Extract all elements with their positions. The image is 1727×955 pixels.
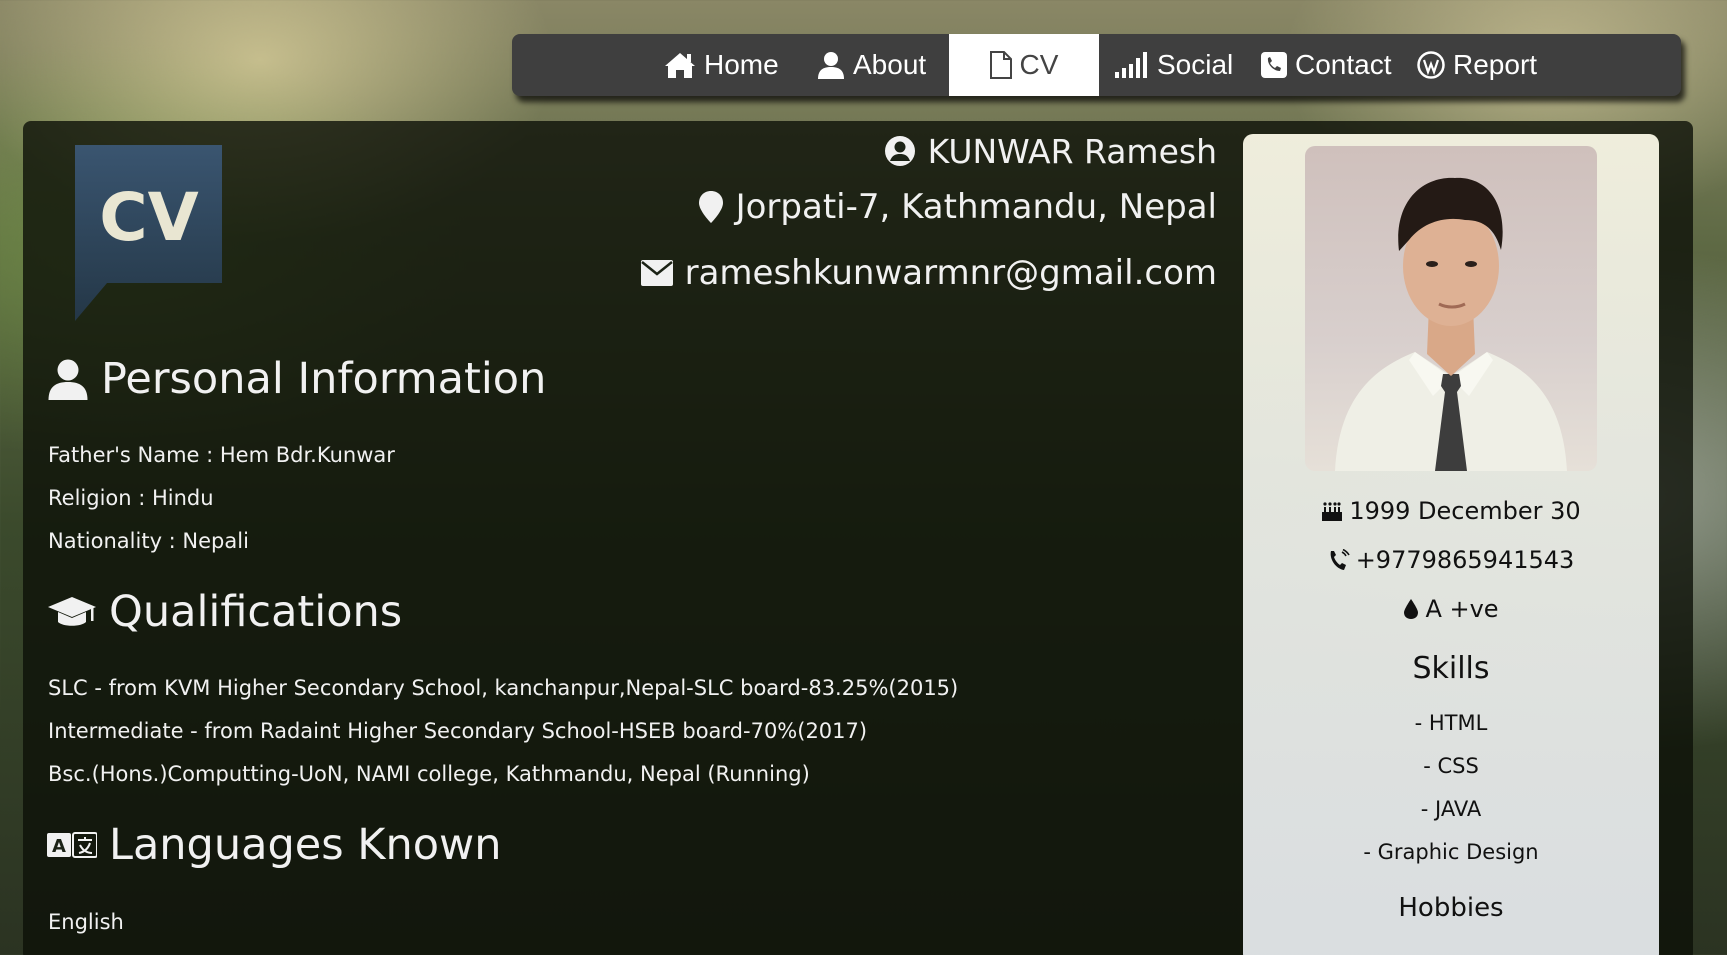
home-icon <box>665 53 695 78</box>
graduation-cap-icon <box>48 597 96 626</box>
header-address: Jorpati-7, Kathmandu, Nepal <box>735 187 1217 227</box>
qualifications-title: Qualifications <box>109 587 403 637</box>
languages-heading: A Languages Known <box>47 820 501 870</box>
dob-line: 1999 December 30 <box>1243 491 1659 531</box>
header-address-line: Jorpati-7, Kathmandu, Nepal <box>641 174 1217 240</box>
nav-cv-label: CV <box>1019 49 1059 80</box>
qualification-line: SLC - from KVM Higher Secondary School, … <box>48 676 959 700</box>
qualification-line: Intermediate - from Radaint Higher Secon… <box>48 719 868 743</box>
language-line: English <box>48 910 124 934</box>
signal-icon <box>1115 52 1147 78</box>
nav-contact[interactable]: Contact <box>1261 34 1392 96</box>
skill-item: - Graphic Design <box>1363 840 1539 864</box>
profile-card: 1999 December 30 +9779865941543 A +ve Sk… <box>1243 134 1659 955</box>
user-icon <box>48 359 88 400</box>
languages-title: Languages Known <box>109 820 502 870</box>
user-circle-icon <box>884 136 915 166</box>
wordpress-icon <box>1417 51 1445 79</box>
envelope-icon <box>640 260 673 286</box>
cv-logo-text: CV <box>99 179 199 256</box>
skills-heading: Skills <box>1412 650 1490 686</box>
blood-text: A +ve <box>1425 595 1499 623</box>
birthday-cake-icon <box>1322 502 1343 521</box>
nav-cv[interactable]: CV <box>949 34 1099 96</box>
personal-line: Religion : Hindu <box>48 486 214 510</box>
language-icon: A <box>47 832 97 858</box>
cv-header: KUNWAR Ramesh Jorpati-7, Kathmandu, Nepa… <box>640 128 1217 306</box>
map-marker-icon <box>698 191 723 223</box>
svg-text:A: A <box>52 836 66 857</box>
skill-item: - JAVA <box>1420 797 1482 821</box>
file-icon <box>989 51 1012 79</box>
header-email-line: rameshkunwarmnr@gmail.com <box>640 240 1217 306</box>
qualifications-heading: Qualifications <box>47 587 402 637</box>
nav-social[interactable]: Social <box>1115 34 1233 96</box>
personal-line: Nationality : Nepali <box>48 529 249 553</box>
dob-text: 1999 December 30 <box>1349 497 1581 525</box>
nav-social-label: Social <box>1157 49 1234 80</box>
phone-text[interactable]: +9779865941543 <box>1356 546 1575 574</box>
personal-info-heading: Personal Information <box>47 354 546 404</box>
profile-photo <box>1305 146 1597 471</box>
nav-about[interactable]: About <box>817 34 926 96</box>
skill-item: - CSS <box>1423 754 1479 778</box>
user-icon <box>818 52 844 79</box>
skill-item: - HTML <box>1414 711 1488 735</box>
blood-line: A +ve <box>1243 589 1659 629</box>
phone-volume-icon <box>1330 549 1350 570</box>
header-email[interactable]: rameshkunwarmnr@gmail.com <box>685 253 1217 293</box>
cv-logo: CV <box>75 145 225 325</box>
qualification-line: Bsc.(Hons.)Computting-UoN, NAMI college,… <box>48 762 810 786</box>
nav-home[interactable]: Home <box>664 34 779 96</box>
personal-line: Father's Name : Hem Bdr.Kunwar <box>48 443 395 467</box>
phone-line: +9779865941543 <box>1243 540 1659 580</box>
nav-about-label: About <box>853 49 927 80</box>
nav-home-label: Home <box>704 49 779 80</box>
personal-info-title: Personal Information <box>101 354 547 404</box>
header-name: KUNWAR Ramesh <box>927 131 1217 171</box>
nav-contact-label: Contact <box>1295 49 1392 80</box>
header-name-line: KUNWAR Ramesh <box>641 128 1217 174</box>
nav-report[interactable]: Report <box>1417 34 1537 96</box>
nav-report-label: Report <box>1453 49 1538 80</box>
tint-icon <box>1404 599 1419 619</box>
main-navbar: Home About CV Social Contact Report <box>512 34 1681 96</box>
hobbies-heading: Hobbies <box>1398 893 1504 923</box>
phone-square-icon <box>1261 52 1287 78</box>
